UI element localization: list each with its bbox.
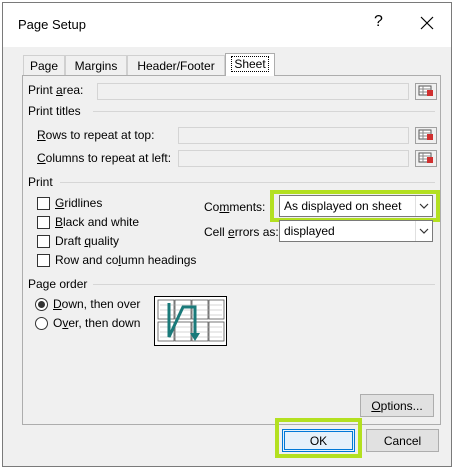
chevron-down-icon — [415, 196, 432, 216]
options-button[interactable]: Options... — [360, 394, 434, 417]
page-order-divider — [93, 284, 435, 285]
row-column-headings-checkbox[interactable] — [37, 254, 50, 267]
down-then-over-radio[interactable] — [35, 298, 48, 311]
gridlines-label: Gridlines — [55, 196, 103, 210]
draft-quality-label: Draft quality — [55, 234, 120, 248]
page-order-heading: Page order — [28, 277, 88, 291]
comments-select[interactable]: As displayed on sheet — [279, 195, 433, 217]
dialog-title: Page Setup — [18, 17, 86, 32]
columns-to-repeat-label: Columns to repeat at left: — [37, 151, 172, 165]
range-select-icon — [418, 85, 433, 96]
ok-button[interactable]: OK — [282, 429, 355, 452]
cell-errors-select[interactable]: displayed — [279, 220, 433, 242]
black-and-white-checkbox[interactable] — [37, 216, 50, 229]
print-divider — [60, 182, 435, 183]
help-button[interactable]: ? — [374, 13, 383, 31]
draft-quality-checkbox[interactable] — [37, 235, 50, 248]
print-titles-heading: Print titles — [28, 104, 81, 118]
columns-collapse-button[interactable] — [415, 150, 437, 167]
tab-margins[interactable]: Margins — [65, 55, 127, 75]
page-setup-dialog: Page Setup ? Page Margins Header/Footer … — [2, 2, 452, 467]
gridlines-checkbox[interactable] — [37, 197, 50, 210]
black-and-white-label: Black and white — [55, 215, 140, 229]
cancel-button[interactable]: Cancel — [366, 429, 439, 452]
rows-to-repeat-label: Rows to repeat at top: — [37, 128, 155, 142]
sheet-tab-panel: Print area: Print titles Rows to repeat … — [22, 75, 441, 425]
rows-to-repeat-field[interactable] — [178, 127, 409, 144]
row-column-headings-label: Row and column headings — [55, 253, 197, 267]
tab-header-footer[interactable]: Header/Footer — [127, 55, 225, 75]
comments-label: Comments: — [204, 200, 266, 214]
close-icon[interactable] — [416, 12, 438, 34]
tab-page[interactable]: Page — [23, 55, 65, 75]
tab-sheet[interactable]: Sheet — [225, 53, 275, 76]
down-then-over-label: Down, then over — [53, 297, 141, 311]
print-area-collapse-button[interactable] — [415, 83, 437, 100]
chevron-down-icon — [415, 221, 432, 241]
rows-collapse-button[interactable] — [415, 127, 437, 144]
columns-to-repeat-field[interactable] — [178, 150, 409, 167]
title-bar: Page Setup ? — [3, 3, 451, 47]
page-order-diagram-icon — [157, 299, 225, 342]
over-then-down-label: Over, then down — [53, 316, 141, 330]
cell-errors-label: Cell errors as: — [204, 225, 279, 239]
range-select-icon — [418, 129, 433, 140]
print-area-label: Print area: — [28, 83, 84, 97]
range-select-icon — [418, 152, 433, 163]
print-area-field[interactable] — [97, 83, 409, 100]
page-order-preview — [154, 296, 227, 346]
over-then-down-radio[interactable] — [35, 317, 48, 330]
print-heading: Print — [28, 175, 53, 189]
print-titles-divider — [93, 111, 435, 112]
